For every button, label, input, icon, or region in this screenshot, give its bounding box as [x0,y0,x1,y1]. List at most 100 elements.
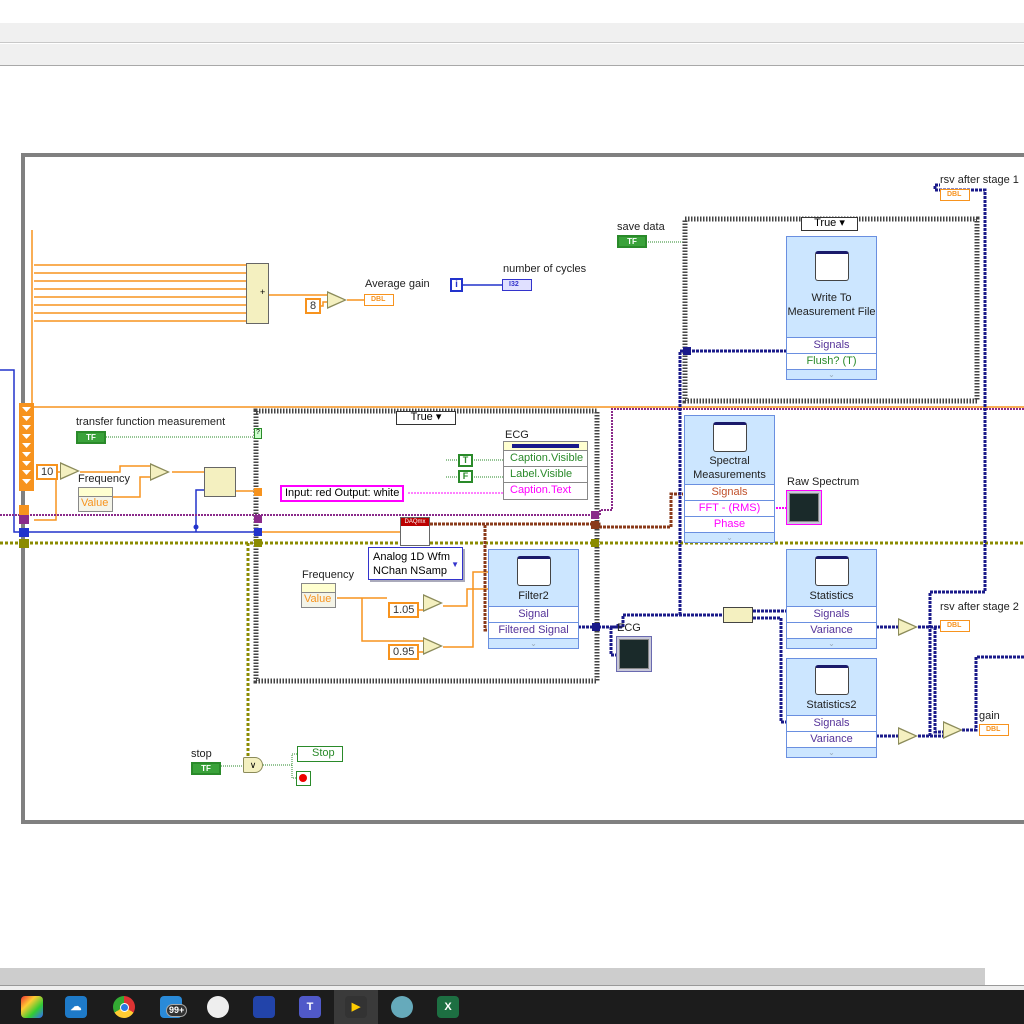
mail-icon[interactable]: 99+ [160,996,188,1018]
stop-property-node[interactable]: Stop [297,746,343,762]
divide-node-gain[interactable] [943,721,963,739]
case-selector-label: True [410,411,433,423]
statistics2-signals-row[interactable]: Signals [787,715,876,731]
constant-8[interactable]: 8 [305,298,322,314]
teams-icon[interactable]: T [299,996,321,1018]
horizontal-scrollbar[interactable] [0,968,985,985]
rsv-stage1-indicator[interactable]: DBL [940,189,970,201]
spectral-signals-row[interactable]: Signals [685,484,774,500]
save-data-control[interactable]: TF [617,235,647,248]
filter2-title: Filter2 [518,590,549,602]
filter-icon [516,556,551,586]
expand-icon[interactable]: ⌄ [787,747,876,757]
rsv-stage2-indicator[interactable]: DBL [940,620,970,632]
statistics-vi[interactable]: Statistics Signals Variance ⌄ [786,549,877,649]
network-icon[interactable] [253,996,275,1018]
write-flush-row[interactable]: Flush? (T) [787,353,876,369]
case-selector-write-label: True [814,217,837,229]
frequency-label: Frequency [78,473,130,485]
constant-1-05[interactable]: 1.05 [388,602,420,618]
rsv-stage2-label: rsv after stage 2 [940,601,1019,613]
daqmx-mode-selector[interactable]: Analog 1D Wfm NChan NSamp ▼ [368,547,463,580]
constant-0-95[interactable]: 0.95 [388,644,420,660]
average-gain-indicator[interactable]: DBL [364,294,394,306]
number-of-cycles-label: number of cycles [503,263,587,275]
save-data-label: save data [617,221,665,233]
gain-indicator[interactable]: DBL [979,724,1009,736]
number-of-cycles-indicator[interactable]: I32 [502,279,532,291]
select-node[interactable] [204,467,236,497]
rsv-stage1-label: rsv after stage 1 [940,174,1019,186]
stop-control[interactable]: TF [191,762,221,775]
transfer-function-label: transfer function measurement [76,416,226,428]
paint-icon[interactable] [391,996,413,1018]
property-caption-visible[interactable]: Caption.Visible [504,451,587,467]
stop-sign-icon [299,774,307,782]
square-root-node[interactable] [898,618,918,636]
false-constant[interactable]: F [458,470,473,483]
or-node[interactable]: ∨ [243,757,263,773]
value-row-2[interactable]: Value [302,593,335,606]
daqmx-read-node[interactable]: DAQmx [400,517,430,546]
statistics2-variance-row[interactable]: Variance [787,731,876,747]
statistics-icon [814,556,849,586]
average-gain-label: Average gain [365,278,430,290]
write-file-icon [814,251,849,281]
filter2-signal-row[interactable]: Signal [489,606,578,622]
mail-badge: 99+ [166,1004,188,1017]
statistics-title: Statistics [809,590,854,602]
case-selector-inner[interactable]: True ▾ [396,411,456,425]
statistics-icon [814,665,849,695]
ecg-graph-label: ECG [617,622,641,634]
multiply-node-2[interactable] [423,594,443,612]
case-selector-terminal[interactable]: ? [254,428,262,439]
true-constant[interactable]: T [458,454,473,467]
app-launcher-icon[interactable] [21,996,43,1018]
statistics2-vi[interactable]: Statistics2 Signals Variance ⌄ [786,658,877,758]
raw-spectrum-label: Raw Spectrum [787,476,860,488]
write-signals-row[interactable]: Signals [787,337,876,353]
frequency-property-node[interactable]: Value [78,487,113,512]
filter2-filtered-row[interactable]: Filtered Signal [489,622,578,638]
raw-spectrum-graph-terminal[interactable] [786,490,822,525]
property-caption-text[interactable]: Caption.Text [504,483,587,499]
square-root-node-2[interactable] [898,727,918,745]
transfer-function-control[interactable]: TF [76,431,106,444]
string-constant[interactable]: Input: red Output: white [280,485,405,502]
daqmx-badge: DAQmx [401,518,429,526]
expand-icon[interactable]: ⌄ [787,638,876,648]
expand-icon[interactable]: ⌄ [787,369,876,379]
snipping-tool-icon[interactable] [207,996,229,1018]
constant-10[interactable]: 10 [36,464,59,480]
spectral-fft-row[interactable]: FFT - (RMS) [685,500,774,516]
ecg-property-label: ECG [505,429,529,441]
value-row[interactable]: Value [79,497,112,510]
frequency-label-2: Frequency [302,569,354,581]
multiply-node[interactable] [60,462,80,480]
filter2-express-vi[interactable]: Filter2 Signal Filtered Signal ⌄ [488,549,579,649]
onedrive-icon[interactable]: ☁ [65,996,87,1018]
expand-icon[interactable]: ⌄ [489,638,578,648]
expand-icon[interactable]: ⌄ [685,532,774,542]
case-selector-write[interactable]: True ▾ [801,217,858,231]
divide-node-2[interactable] [150,463,170,481]
loop-condition-terminal[interactable] [296,771,311,786]
ecg-property-node[interactable]: Caption.Visible Label.Visible Caption.Te… [503,441,588,500]
chrome-icon[interactable] [113,996,135,1018]
frequency-property-node-2[interactable]: Value [301,583,336,608]
spectral-measurements-vi[interactable]: Spectral Measurements Signals FFT - (RMS… [684,415,775,543]
gain-label: gain [979,710,1000,722]
statistics-signals-row[interactable]: Signals [787,606,876,622]
multiply-node-3[interactable] [423,637,443,655]
statistics-variance-row[interactable]: Variance [787,622,876,638]
ecg-graph-terminal[interactable] [616,636,652,672]
iteration-terminal[interactable]: i [450,278,463,292]
spectral-phase-row[interactable]: Phase [685,516,774,532]
labview-icon[interactable]: ▶ [345,996,367,1018]
write-measurement-file-vi[interactable]: Write To Measurement File Signals Flush?… [786,236,877,380]
split-signals-node[interactable] [723,607,753,623]
property-label-visible[interactable]: Label.Visible [504,467,587,483]
divide-node[interactable] [327,291,347,309]
compound-add-node[interactable]: + [246,263,269,324]
excel-icon[interactable]: X [437,996,459,1018]
